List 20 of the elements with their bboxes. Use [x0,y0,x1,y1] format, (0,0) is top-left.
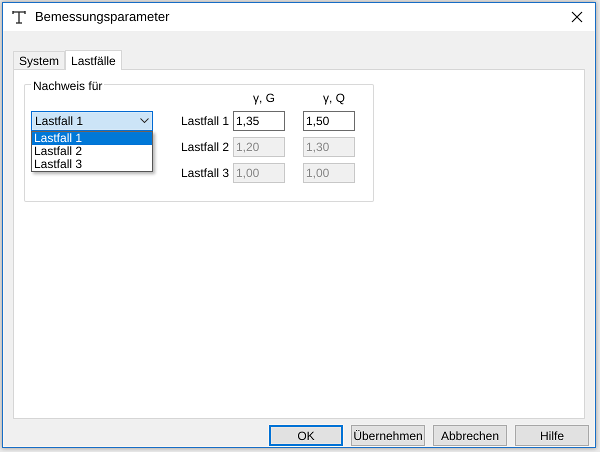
value-field[interactable]: 1,50 [303,111,355,131]
row-label: Lastfall 2 [181,139,230,156]
dialog-button[interactable]: OK [269,425,343,446]
dialog-button[interactable]: Hilfe [515,425,589,446]
tab[interactable]: Lastfälle [65,50,122,70]
tab[interactable]: System [13,51,66,69]
chevron-icon [140,118,149,124]
dropdown-option[interactable]: Lastfall 2 [32,145,152,158]
dialog-button[interactable]: Übernehmen [351,425,425,446]
close-icon[interactable] [571,11,583,23]
column-header: γ, Q [322,90,346,107]
row-label: Lastfall 1 [181,113,230,130]
window-title: Bemessungsparameter [35,8,170,26]
dropdown-option[interactable]: Lastfall 3 [32,158,152,171]
value-field[interactable]: 1,35 [233,111,285,131]
column-header: γ, G [252,90,276,107]
dropdown[interactable]: Lastfall 1 [31,111,153,131]
row-label: Lastfall 3 [181,165,230,182]
dropdown-option[interactable]: Lastfall 1 [32,132,152,145]
dialog-button[interactable]: Abbrechen [433,425,507,446]
